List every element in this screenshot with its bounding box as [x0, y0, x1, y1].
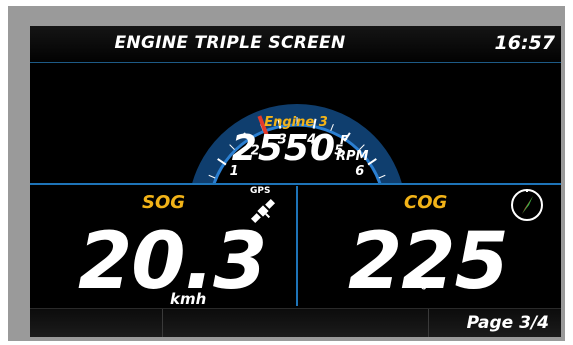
screen-title: ENGINE TRIPLE SCREEN: [114, 33, 346, 53]
cog-value: 225: [348, 217, 509, 307]
rpm-gauge-panel: 01234567 Engine 3 2550 F RPM: [30, 63, 561, 183]
gauge-scale-label: 6: [355, 164, 364, 179]
softkey-1[interactable]: [30, 309, 163, 337]
cog-unit: °: [420, 282, 428, 300]
cog-label: COG: [404, 192, 448, 213]
sog-unit: kmh: [170, 290, 207, 308]
softkey-bar: Page 3/4: [30, 308, 561, 337]
title-bar: ENGINE TRIPLE SCREEN 16:57: [30, 26, 561, 63]
clock-time: 16:57: [494, 32, 555, 54]
rpm-value: 2550: [231, 128, 336, 169]
gps-label: GPS: [250, 186, 271, 196]
page-indicator[interactable]: Page 3/4: [467, 313, 549, 333]
vertical-divider: [296, 186, 298, 306]
rpm-unit-top: F: [340, 133, 349, 147]
compass-icon: [511, 189, 543, 221]
softkey-2[interactable]: [163, 309, 429, 337]
sog-label: SOG: [142, 192, 186, 213]
display-screen: ENGINE TRIPLE SCREEN 16:57 01234567 Engi…: [30, 26, 561, 337]
rpm-unit-label: RPM: [336, 149, 369, 164]
horizontal-divider: [30, 183, 561, 185]
